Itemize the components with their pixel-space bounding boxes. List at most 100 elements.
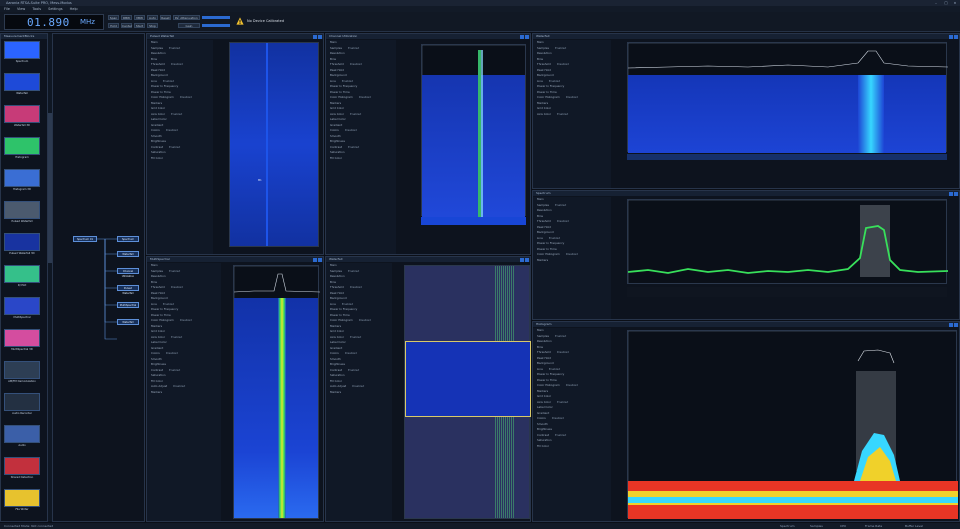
toolbar-button-stop[interactable]: Stop — [147, 23, 158, 28]
panel-menu-icon[interactable] — [949, 322, 953, 327]
option-state[interactable]: Disabled — [171, 62, 183, 66]
frequency-band-bar[interactable] — [627, 154, 947, 160]
option-state[interactable]: Enabled — [350, 335, 361, 339]
toolbar-button-reset[interactable]: Reset — [160, 15, 171, 20]
toolbar-button-gain[interactable]: Gain — [178, 23, 200, 28]
option-state[interactable]: Enabled — [169, 269, 180, 273]
option-state[interactable]: Disabled — [345, 128, 357, 132]
option-state[interactable]: Enabled — [555, 203, 566, 207]
sidebar-item-thumb[interactable] — [4, 137, 40, 155]
channel-utilization-plot[interactable] — [421, 44, 526, 217]
option-state[interactable]: Disabled — [359, 318, 371, 322]
option-state[interactable]: Disabled — [166, 351, 178, 355]
option-state[interactable]: Enabled — [169, 368, 180, 372]
panel-menu-icon[interactable] — [520, 257, 524, 262]
option-state[interactable]: Enabled — [555, 433, 566, 437]
sidebar-item-thumb[interactable] — [4, 201, 40, 219]
panel-menu-icon[interactable] — [949, 191, 953, 196]
pulsed-waterfall-plot[interactable]: M1 — [229, 42, 319, 247]
flow-node-spectrum[interactable]: Spectrum — [117, 236, 139, 242]
frequency-display[interactable]: 01.890 MHz — [4, 14, 104, 30]
option-state[interactable]: Disabled — [566, 383, 578, 387]
option-row[interactable]: Fill Color — [147, 156, 213, 162]
zoom-selection[interactable] — [405, 341, 531, 417]
option-row[interactable]: Axis Color Enabled — [533, 112, 611, 118]
sidebar-item-thumb[interactable] — [4, 393, 40, 411]
option-state[interactable]: Disabled — [552, 416, 564, 420]
sidebar-item-thumb[interactable] — [4, 361, 40, 379]
option-state[interactable]: Enabled — [169, 46, 180, 50]
option-state[interactable]: Disabled — [180, 318, 192, 322]
option-row[interactable]: Fill Color — [533, 444, 611, 450]
option-state[interactable]: Enabled — [342, 79, 353, 83]
option-state[interactable]: Disabled — [566, 95, 578, 99]
option-state[interactable]: Disabled — [350, 285, 362, 289]
panel-close-icon[interactable] — [954, 322, 958, 327]
option-row[interactable]: Fill Color — [326, 156, 396, 162]
option-row[interactable]: Markers — [326, 390, 392, 396]
attenuation-slider[interactable] — [202, 16, 230, 19]
option-state[interactable]: Disabled — [557, 62, 569, 66]
option-state[interactable]: Disabled — [166, 128, 178, 132]
option-state[interactable]: Disabled — [345, 351, 357, 355]
option-state[interactable]: Enabled — [348, 368, 359, 372]
sidebar-item-thumb[interactable] — [4, 169, 40, 187]
sidebar-item-thumb[interactable] — [4, 489, 40, 507]
toolbar-button-start[interactable]: Start — [134, 23, 145, 28]
waterfall-mid-plot[interactable] — [404, 265, 531, 519]
option-state[interactable]: Enabled — [549, 236, 560, 240]
toolbar-button-hold[interactable]: Hold — [108, 23, 119, 28]
option-row[interactable]: Markers — [147, 390, 221, 396]
toolbar-button-vbw[interactable]: VBW — [134, 15, 145, 20]
toolbar-button-auto[interactable]: Auto — [147, 15, 158, 20]
flow-node-waterfall[interactable]: Waterfall — [117, 251, 139, 257]
multispectral-plot[interactable] — [233, 265, 320, 519]
gain-slider[interactable] — [202, 24, 230, 27]
channel-bar[interactable] — [421, 217, 526, 225]
option-state[interactable]: Enabled — [171, 335, 182, 339]
toolbar-button-span[interactable]: Span — [108, 15, 119, 20]
sidebar-item-thumb[interactable] — [4, 425, 40, 443]
waterfall-top-plot[interactable] — [627, 42, 948, 153]
histogram-plot[interactable] — [627, 330, 958, 519]
option-state[interactable]: Enabled — [557, 400, 568, 404]
option-state[interactable]: Enabled — [169, 145, 180, 149]
sidebar-item-thumb[interactable] — [4, 233, 40, 251]
panel-menu-icon[interactable] — [520, 34, 524, 39]
option-state[interactable]: Disabled — [557, 219, 569, 223]
flow-node-channel-utilization[interactable]: Channel Utilization — [117, 268, 139, 278]
toolbar-button-rbw[interactable]: RBW — [121, 15, 132, 20]
menu-help[interactable]: Help — [70, 7, 78, 11]
panel-menu-icon[interactable] — [313, 34, 317, 39]
menu-file[interactable]: File — [4, 7, 10, 11]
menu-view[interactable]: View — [17, 7, 25, 11]
panel-close-icon[interactable] — [954, 34, 958, 39]
option-state[interactable]: Enabled — [171, 112, 182, 116]
option-state[interactable]: Enabled — [555, 334, 566, 338]
panel-close-icon[interactable] — [954, 191, 958, 196]
panel-close-icon[interactable] — [525, 257, 529, 262]
sidebar-item-thumb[interactable] — [4, 297, 40, 315]
panel-close-icon[interactable] — [318, 34, 322, 39]
option-state[interactable]: Enabled — [549, 79, 560, 83]
option-state[interactable]: Enabled — [549, 367, 560, 371]
option-state[interactable]: Disabled — [557, 350, 569, 354]
flow-node-multispectral[interactable]: MultiSpectral — [117, 302, 139, 308]
option-state[interactable]: Enabled — [348, 145, 359, 149]
option-row[interactable]: Markers — [533, 258, 611, 264]
option-state[interactable]: Enabled — [555, 46, 566, 50]
flow-node-pulsed-waterfall[interactable]: Pulsed Waterfall — [117, 285, 139, 295]
panel-menu-icon[interactable] — [313, 257, 317, 262]
flow-node-waterfall-2[interactable]: Waterfall — [117, 319, 139, 325]
option-state[interactable]: Enabled — [348, 269, 359, 273]
toolbar-button-attenuation[interactable]: Attenuation — [178, 15, 200, 20]
option-state[interactable]: Enabled — [348, 46, 359, 50]
menu-settings[interactable]: Settings — [48, 7, 62, 11]
panel-close-icon[interactable] — [525, 34, 529, 39]
sidebar-item-thumb[interactable] — [4, 457, 40, 475]
option-state[interactable]: Enabled — [350, 112, 361, 116]
toolbar-button-center[interactable]: Center — [121, 23, 132, 28]
option-state[interactable]: Disabled — [171, 285, 183, 289]
option-state[interactable]: Enabled — [557, 112, 568, 116]
menu-tools[interactable]: Tools — [32, 7, 41, 11]
